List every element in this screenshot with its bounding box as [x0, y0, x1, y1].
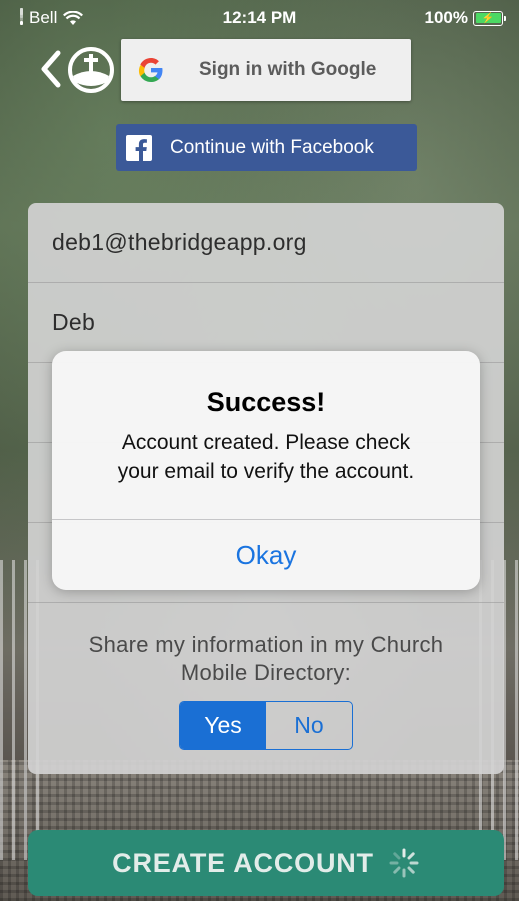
alert-message-line-1: Account created. Please check [121, 431, 411, 454]
google-sign-in-label: Sign in with Google [199, 59, 377, 80]
share-yes-option[interactable]: Yes [180, 702, 266, 749]
name-value: Deb [52, 309, 96, 335]
google-logo-icon [121, 56, 181, 84]
facebook-continue-button[interactable]: Continue with Facebook [116, 124, 417, 171]
google-sign-in-button[interactable]: Sign in with Google [121, 39, 411, 101]
status-bar: Bell 12:14 PM 100% ⚡ [0, 0, 519, 36]
alert-title: Success! [206, 387, 326, 417]
success-alert-dialog: Success! Account created. Please check y… [52, 351, 480, 590]
battery-icon: ⚡ [473, 10, 506, 26]
alert-message-line-2: your email to verify the account. [117, 460, 415, 483]
share-directory-toggle: Yes No [179, 701, 353, 750]
email-field[interactable]: deb1@thebridgeapp.org [28, 203, 504, 283]
facebook-continue-label: Continue with Facebook [170, 136, 374, 158]
facebook-logo-icon [126, 134, 152, 161]
back-chevron-icon [41, 50, 61, 88]
alert-message: Account created. Please check your email… [72, 428, 460, 486]
email-value: deb1@thebridgeapp.org [52, 229, 307, 255]
battery-percent: 100% [424, 8, 468, 27]
share-prompt-line-2: Mobile Directory: [180, 660, 352, 685]
share-directory-prompt: Share my information in my Church Mobile… [28, 631, 504, 687]
status-right: 100% ⚡ [424, 8, 506, 28]
share-no-option[interactable]: No [266, 702, 352, 749]
church-logo-icon [67, 46, 115, 94]
alert-okay-button[interactable]: Okay [52, 520, 480, 590]
create-account-button[interactable]: CREATE ACCOUNT [28, 830, 504, 896]
back-button[interactable] [36, 44, 66, 94]
loading-spinner-icon [389, 848, 419, 878]
share-prompt-line-1: Share my information in my Church [88, 632, 444, 657]
create-account-label: CREATE ACCOUNT [112, 847, 374, 878]
